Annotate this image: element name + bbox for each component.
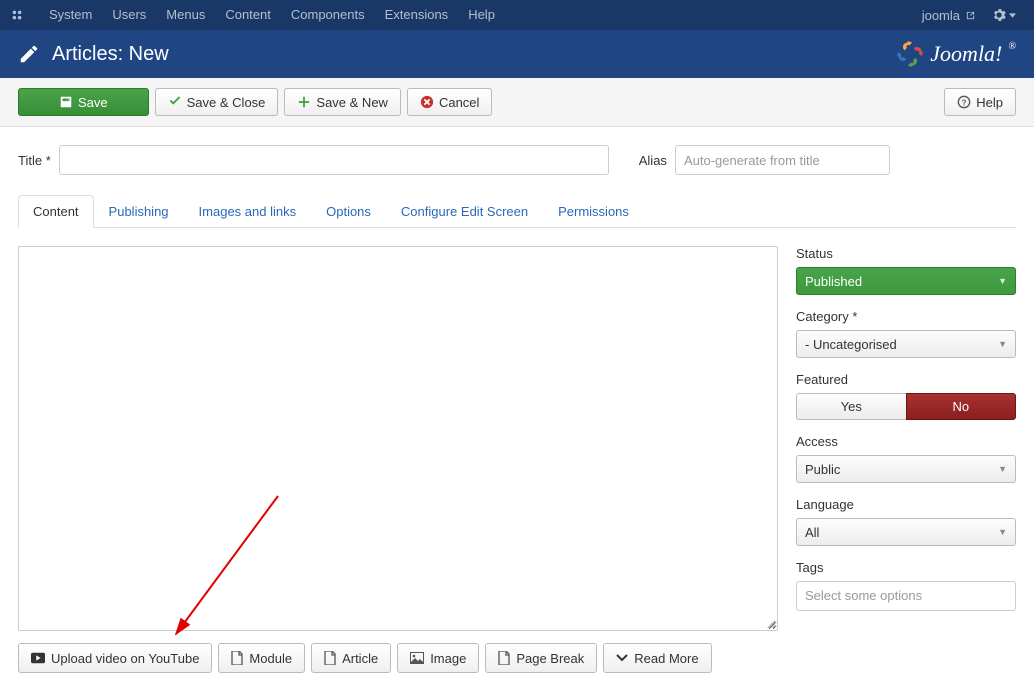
- side-column: Status Published ▼ Category * - Uncatego…: [796, 246, 1016, 673]
- alias-label: Alias: [639, 153, 667, 168]
- page-header: Articles: New Joomla!®: [0, 30, 1034, 78]
- help-button[interactable]: ? Help: [944, 88, 1016, 116]
- caret-down-icon: ▼: [998, 339, 1007, 349]
- tab-publishing[interactable]: Publishing: [94, 195, 184, 228]
- file-icon: [231, 651, 243, 665]
- gear-icon: [992, 8, 1006, 22]
- help-icon: ?: [957, 95, 971, 109]
- tabs: Content Publishing Images and links Opti…: [18, 195, 1016, 228]
- plus-icon: [297, 95, 311, 109]
- image-button[interactable]: Image: [397, 643, 479, 673]
- svg-text:?: ?: [962, 99, 967, 108]
- title-row: Title * Alias: [18, 145, 1016, 175]
- external-link-icon: [965, 10, 976, 21]
- nav-components[interactable]: Components: [281, 0, 375, 30]
- nav-users[interactable]: Users: [102, 0, 156, 30]
- youtube-icon: [31, 652, 45, 664]
- caret-down-icon: [1009, 13, 1016, 18]
- file-icon: [324, 651, 336, 665]
- module-button[interactable]: Module: [218, 643, 305, 673]
- featured-yes[interactable]: Yes: [796, 393, 906, 420]
- toolbar: Save Save & Close Save & New Cancel ? He…: [0, 78, 1034, 127]
- alias-input[interactable]: [675, 145, 890, 175]
- page-title: Articles: New: [52, 43, 896, 66]
- joomla-brand-icon: [896, 40, 924, 68]
- status-select[interactable]: Published ▼: [796, 267, 1016, 295]
- title-input[interactable]: [59, 145, 609, 175]
- editor-column: Upload video on YouTube Module Article I…: [18, 246, 778, 673]
- category-select[interactable]: - Uncategorised ▼: [796, 330, 1016, 358]
- caret-down-icon: ▼: [998, 276, 1007, 286]
- top-nav: System Users Menus Content Components Ex…: [0, 0, 1034, 30]
- tab-permissions[interactable]: Permissions: [543, 195, 644, 228]
- nav-help[interactable]: Help: [458, 0, 505, 30]
- nav-extensions[interactable]: Extensions: [375, 0, 459, 30]
- nav-system[interactable]: System: [39, 0, 102, 30]
- nav-menus[interactable]: Menus: [156, 0, 215, 30]
- access-select[interactable]: Public ▼: [796, 455, 1016, 483]
- joomla-brand: Joomla!®: [896, 40, 1016, 68]
- user-name: joomla: [922, 8, 960, 23]
- access-label: Access: [796, 434, 1016, 449]
- tags-label: Tags: [796, 560, 1016, 575]
- check-icon: [168, 95, 182, 109]
- content-area: Title * Alias Content Publishing Images …: [0, 127, 1034, 691]
- upload-youtube-button[interactable]: Upload video on YouTube: [18, 643, 212, 673]
- status-label: Status: [796, 246, 1016, 261]
- caret-down-icon: ▼: [998, 464, 1007, 474]
- featured-toggle: Yes No: [796, 393, 1016, 420]
- tab-content-panel: Upload video on YouTube Module Article I…: [18, 228, 1016, 673]
- tab-configure-edit[interactable]: Configure Edit Screen: [386, 195, 543, 228]
- settings-menu[interactable]: [984, 8, 1024, 22]
- file-icon: [498, 651, 510, 665]
- page-break-button[interactable]: Page Break: [485, 643, 597, 673]
- image-icon: [410, 652, 424, 664]
- tab-content[interactable]: Content: [18, 195, 94, 228]
- article-button[interactable]: Article: [311, 643, 391, 673]
- category-label: Category *: [796, 309, 1016, 324]
- save-close-button[interactable]: Save & Close: [155, 88, 279, 116]
- joomla-logo-icon: [10, 8, 24, 22]
- nav-content[interactable]: Content: [215, 0, 281, 30]
- language-select[interactable]: All ▼: [796, 518, 1016, 546]
- title-label: Title *: [18, 153, 51, 168]
- language-label: Language: [796, 497, 1016, 512]
- cancel-icon: [420, 95, 434, 109]
- pencil-icon: [18, 43, 40, 65]
- featured-no[interactable]: No: [906, 393, 1017, 420]
- save-new-button[interactable]: Save & New: [284, 88, 401, 116]
- chevron-down-icon: [616, 654, 628, 662]
- cancel-button[interactable]: Cancel: [407, 88, 492, 116]
- read-more-button[interactable]: Read More: [603, 643, 711, 673]
- save-button[interactable]: Save: [18, 88, 149, 116]
- tab-options[interactable]: Options: [311, 195, 386, 228]
- article-editor[interactable]: [18, 246, 778, 631]
- featured-label: Featured: [796, 372, 1016, 387]
- user-menu[interactable]: joomla: [914, 8, 984, 23]
- apply-icon: [59, 95, 73, 109]
- caret-down-icon: ▼: [998, 527, 1007, 537]
- editor-buttons-row: Upload video on YouTube Module Article I…: [18, 643, 778, 673]
- tab-images-links[interactable]: Images and links: [184, 195, 312, 228]
- tags-input[interactable]: Select some options: [796, 581, 1016, 611]
